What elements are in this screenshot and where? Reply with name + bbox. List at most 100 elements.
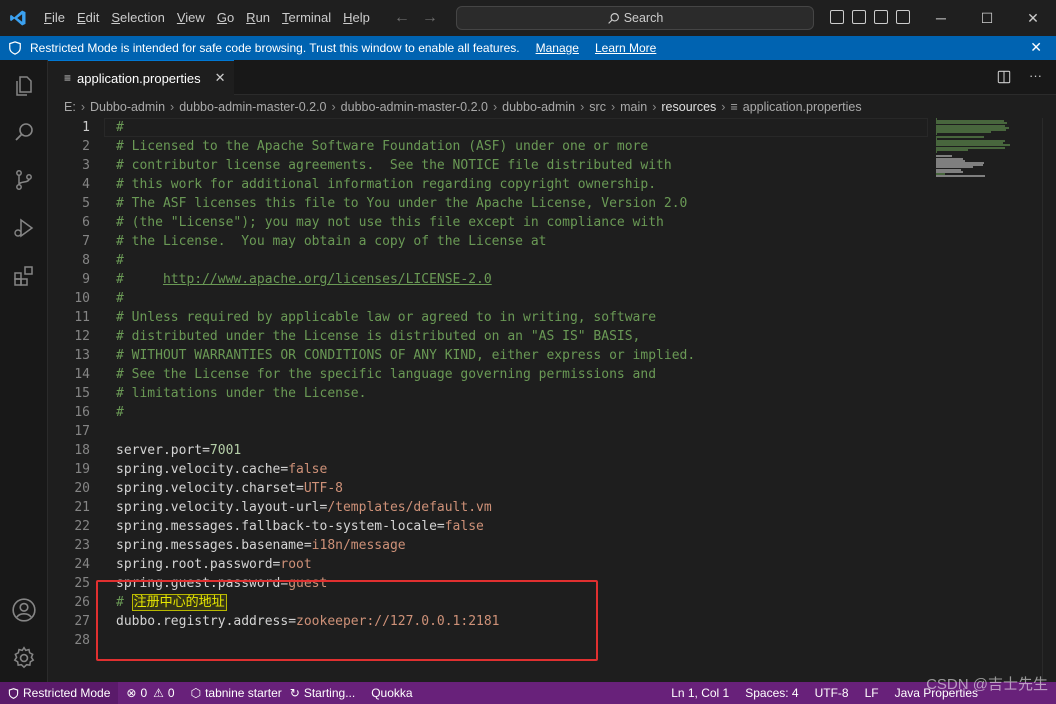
line-number: 17 (74, 424, 90, 439)
breadcrumb-item[interactable]: src (589, 100, 606, 114)
chevron-right-icon: › (170, 100, 175, 114)
code-line[interactable]: 5 # The ASF licenses this file to You und… (48, 194, 928, 213)
quokka-status[interactable]: Quokka (363, 686, 420, 700)
source-control-icon[interactable] (10, 166, 38, 194)
run-and-debug-icon[interactable] (10, 214, 38, 242)
back-arrow-icon[interactable]: ← (394, 9, 410, 27)
menu-terminal[interactable]: Terminal (276, 7, 337, 29)
code-text: # See the License for the specific langu… (116, 367, 657, 382)
restricted-mode-label: Restricted Mode (23, 686, 111, 700)
code-line[interactable]: 8 # (48, 251, 928, 270)
breadcrumb-item[interactable]: E: (64, 100, 76, 114)
breadcrumb-item[interactable]: application.properties (743, 100, 862, 114)
breadcrumb-item[interactable]: dubbo-admin-master-0.2.0 (179, 100, 326, 114)
code-line[interactable]: 2 # Licensed to the Apache Software Found… (48, 137, 928, 156)
close-tab-icon[interactable]: ✕ (215, 70, 226, 86)
end-of-line[interactable]: LF (857, 686, 887, 700)
toggle-panel-icon[interactable] (852, 10, 866, 24)
code-line[interactable]: 7 # the License. You may obtain a copy of… (48, 232, 928, 251)
sync-icon: ↻ (289, 686, 300, 700)
quokka-label: Quokka (371, 686, 413, 700)
restricted-mode-indicator[interactable]: Restricted Mode (0, 682, 119, 704)
code-line[interactable]: 19 spring.velocity.cache=false (48, 460, 928, 479)
encoding[interactable]: UTF-8 (807, 686, 857, 700)
code-line[interactable]: 9 # http://www.apache.org/licenses/LICENS… (48, 270, 928, 289)
code-line[interactable]: 18 server.port=7001 (48, 441, 928, 460)
settings-gear-icon[interactable] (10, 644, 38, 672)
line-number: 24 (74, 557, 90, 572)
menu-edit[interactable]: Edit (71, 7, 105, 29)
code-line[interactable]: 4 # this work for additional information … (48, 175, 928, 194)
minimap[interactable] (936, 118, 1012, 182)
activity-bar (0, 60, 48, 682)
tab-application-properties[interactable]: ≡ application.properties ✕ (48, 60, 234, 95)
search-view-icon[interactable] (10, 118, 38, 146)
code-line[interactable]: 10 # (48, 289, 928, 308)
chevron-right-icon: › (721, 100, 726, 114)
maximize-button[interactable]: ☐ (964, 0, 1010, 36)
menu-view[interactable]: View (171, 7, 211, 29)
breadcrumb-item[interactable]: dubbo-admin (502, 100, 575, 114)
menu-file[interactable]: File (38, 7, 71, 29)
more-actions-icon[interactable]: ··· (1029, 69, 1042, 84)
code-line[interactable]: 1 # (48, 118, 928, 137)
code-line[interactable]: 11 # Unless required by applicable law or… (48, 308, 928, 327)
code-line[interactable]: 14 # See the License for the specific lan… (48, 365, 928, 384)
code-line[interactable]: 12 # distributed under the License is dis… (48, 327, 928, 346)
code-line[interactable]: 20 spring.velocity.charset=UTF-8 (48, 479, 928, 498)
chevron-right-icon: › (610, 100, 616, 114)
line-number: 23 (74, 538, 90, 553)
code-line[interactable]: 3 # contributor license agreements. See t… (48, 156, 928, 175)
starting-status[interactable]: ↻ Starting... (290, 686, 363, 700)
problems-indicator[interactable]: ⊗ 0 ⚠ 0 (118, 686, 182, 700)
explorer-icon[interactable] (10, 72, 38, 100)
code-line[interactable]: 22 spring.messages.fallback-to-system-loc… (48, 517, 928, 536)
code-line[interactable]: 24 spring.root.password=root (48, 555, 928, 574)
line-number: 8 (82, 253, 90, 268)
customize-layout-icon[interactable] (896, 10, 910, 24)
code-line[interactable]: 21 spring.velocity.layout-url=/templates/… (48, 498, 928, 517)
close-banner-icon[interactable]: ✕ (1030, 39, 1042, 56)
code-line[interactable]: 6 # (the "License"); you may not use this… (48, 213, 928, 232)
vertical-scrollbar[interactable] (1042, 118, 1043, 682)
breadcrumb-item[interactable]: main (620, 100, 647, 114)
line-number: 21 (74, 500, 90, 515)
extensions-icon[interactable] (10, 262, 38, 290)
line-number: 2 (82, 139, 90, 154)
toggle-primary-sidebar-icon[interactable] (830, 10, 844, 24)
breadcrumb-item[interactable]: Dubbo-admin (90, 100, 165, 114)
toggle-secondary-sidebar-icon[interactable] (874, 10, 888, 24)
banner-message: Restricted Mode is intended for safe cod… (30, 41, 520, 55)
menu-run[interactable]: Run (240, 7, 276, 29)
code-text: # (the "License"); you may not use this … (116, 215, 664, 230)
command-center-search[interactable]: Search (456, 6, 814, 30)
minimap-line (936, 135, 984, 138)
learn-more-link[interactable]: Learn More (595, 41, 656, 55)
minimize-button[interactable]: ─ (918, 0, 964, 36)
cursor-position[interactable]: Ln 1, Col 1 (663, 686, 737, 700)
code-line[interactable]: 15 # limitations under the License. (48, 384, 928, 403)
code-line[interactable]: 17 (48, 422, 928, 441)
tabnine-status[interactable]: ⬡ tabnine starter (183, 686, 290, 700)
menu-selection[interactable]: Selection (105, 7, 170, 29)
split-editor-icon[interactable] (997, 70, 1011, 84)
menu-go[interactable]: Go (211, 7, 240, 29)
line-number: 9 (82, 272, 90, 287)
breadcrumb-item[interactable]: dubbo-admin-master-0.2.0 (341, 100, 488, 114)
code-line[interactable]: 13 # WITHOUT WARRANTIES OR CONDITIONS OF … (48, 346, 928, 365)
menu-help[interactable]: Help (337, 7, 376, 29)
close-window-button[interactable]: ✕ (1010, 0, 1056, 36)
manage-link[interactable]: Manage (536, 41, 579, 55)
code-text: server.port=7001 (116, 443, 242, 458)
indentation[interactable]: Spaces: 4 (737, 686, 806, 700)
watermark: CSDN @吉士先生 (926, 676, 1048, 693)
accounts-icon[interactable] (10, 596, 38, 624)
tabnine-icon: ⬡ (190, 686, 202, 700)
code-line[interactable]: 23 spring.messages.basename=i18n/message (48, 536, 928, 555)
breadcrumb-item[interactable]: resources (661, 100, 716, 114)
window-controls: ─ ☐ ✕ (918, 0, 1056, 36)
code-line[interactable]: 16 # (48, 403, 928, 422)
shield-icon (8, 687, 19, 699)
forward-arrow-icon[interactable]: → (422, 9, 438, 27)
search-label: Search (623, 11, 664, 25)
